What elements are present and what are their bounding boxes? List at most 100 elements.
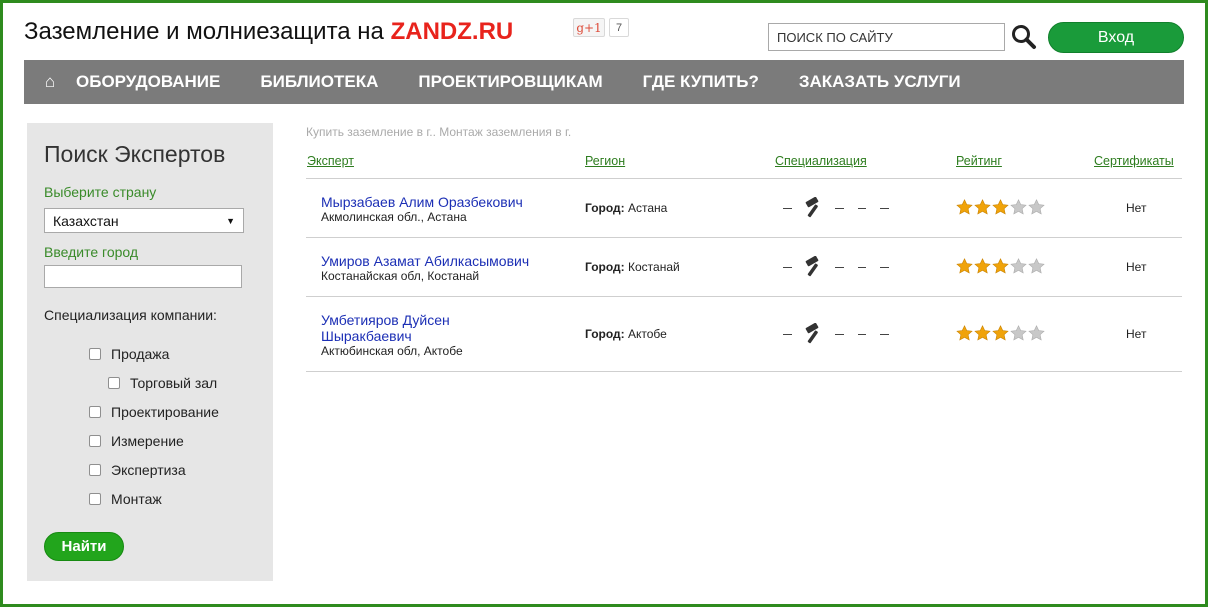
column-header-certificates[interactable]: Сертификаты: [1094, 154, 1174, 168]
checkbox-label: Торговый зал: [130, 375, 218, 391]
dash-mark: [834, 207, 844, 209]
city-cell: Город: Актобе: [585, 327, 667, 341]
star-filled-icon: [992, 325, 1009, 341]
nav-item-equipment[interactable]: ОБОРУДОВАНИЕ: [76, 72, 220, 92]
star-filled-icon: [956, 258, 973, 274]
dash-mark: [880, 333, 889, 335]
site-title-text: Заземление и молниезащита на: [24, 18, 391, 45]
expert-region: Костанайская обл, Костанай: [321, 269, 480, 283]
expert-name-link[interactable]: Умбетияров Дуйсен Шыракбаевич: [321, 312, 541, 344]
breadcrumb[interactable]: Купить заземление в г.. Монтаж заземлени…: [306, 125, 571, 139]
dash-mark: [857, 266, 867, 268]
table-row: Умиров Азамат Абилкасымович Костанайская…: [306, 238, 1182, 296]
dash-mark: [857, 207, 867, 209]
home-icon[interactable]: ⌂: [24, 60, 76, 104]
gplus-widget[interactable]: g+1 7: [573, 18, 629, 37]
checkbox-box[interactable]: [89, 464, 101, 476]
checkbox-expertise[interactable]: Экспертиза: [89, 462, 186, 478]
checkbox-installation[interactable]: Монтаж: [89, 491, 162, 507]
table-row: Мырзабаев Алим Оразбекович Акмолинская о…: [306, 179, 1182, 237]
specialization-label: Специализация компании:: [44, 307, 217, 323]
nav-item-library[interactable]: БИБЛИОТЕКА: [260, 72, 378, 92]
checkbox-label: Продажа: [111, 346, 170, 362]
dash-mark: [880, 266, 889, 268]
star-filled-icon: [956, 325, 973, 341]
find-button[interactable]: Найти: [44, 532, 124, 561]
search-icon[interactable]: [1011, 24, 1037, 50]
nav-item-designers[interactable]: ПРОЕКТИРОВЩИКАМ: [418, 72, 602, 92]
country-select-value: Казахстан: [53, 212, 119, 229]
checkbox-measurement[interactable]: Измерение: [89, 433, 184, 449]
rating-stars: [956, 199, 1046, 215]
login-button[interactable]: Вход: [1048, 22, 1184, 53]
divider: [306, 371, 1182, 372]
city-value: Астана: [628, 201, 668, 215]
specialization-cell: [783, 322, 903, 346]
expert-search-panel: Поиск Экспертов Выберите страну Казахста…: [27, 123, 273, 581]
star-filled-icon: [992, 258, 1009, 274]
nav-item-order-services[interactable]: ЗАКАЗАТЬ УСЛУГИ: [799, 72, 961, 92]
city-value: Актобе: [628, 327, 667, 341]
country-select[interactable]: Казахстан ▼: [44, 208, 244, 233]
gplus-count: 7: [609, 18, 629, 37]
hammer-icon: [803, 196, 823, 219]
nav-item-where-to-buy[interactable]: ГДЕ КУПИТЬ?: [643, 72, 759, 92]
specialization-cell: [783, 255, 903, 279]
site-brand: ZANDZ.RU: [390, 18, 514, 45]
expert-region: Актюбинская обл, Актобе: [321, 344, 463, 358]
main-nav: ⌂ ОБОРУДОВАНИЕ БИБЛИОТЕКА ПРОЕКТИРОВЩИКА…: [24, 60, 1184, 104]
city-label: Город:: [585, 260, 625, 274]
expert-region: Акмолинская обл., Астана: [321, 210, 467, 224]
checkbox-design[interactable]: Проектирование: [89, 404, 219, 420]
star-empty-icon: [1028, 199, 1045, 215]
expert-name-link[interactable]: Умиров Азамат Абилкасымович: [321, 253, 541, 269]
checkbox-box[interactable]: [89, 493, 101, 505]
star-empty-icon: [1010, 258, 1027, 274]
city-label: Город:: [585, 327, 625, 341]
gplus-button[interactable]: g+1: [573, 18, 605, 37]
expert-name-link[interactable]: Мырзабаев Алим Оразбекович: [321, 194, 541, 210]
checkbox-label: Монтаж: [111, 491, 162, 507]
star-filled-icon: [974, 325, 991, 341]
checkbox-box[interactable]: [108, 377, 120, 389]
dash-mark: [880, 207, 889, 209]
certificates-cell: Нет: [1126, 201, 1147, 215]
city-cell: Город: Астана: [585, 201, 667, 215]
site-title[interactable]: Заземление и молниезащита на ZANDZ.RU: [24, 18, 513, 46]
star-filled-icon: [974, 199, 991, 215]
table-row: Умбетияров Дуйсен Шыракбаевич Актюбинска…: [306, 297, 1182, 371]
column-header-region[interactable]: Регион: [585, 154, 625, 168]
dash-mark: [834, 266, 844, 268]
column-header-expert[interactable]: Эксперт: [307, 154, 354, 168]
hammer-icon: [803, 322, 823, 345]
city-cell: Город: Костанай: [585, 260, 680, 274]
dash-mark: [783, 333, 792, 335]
star-filled-icon: [956, 199, 973, 215]
specialization-cell: [783, 196, 903, 220]
search-input[interactable]: [768, 23, 1005, 51]
checkbox-sale[interactable]: Продажа: [89, 346, 169, 362]
column-header-specialization[interactable]: Специализация: [775, 154, 867, 168]
chevron-down-icon: ▼: [226, 215, 235, 226]
star-filled-icon: [992, 199, 1009, 215]
checkbox-label: Проектирование: [111, 404, 219, 420]
checkbox-box[interactable]: [89, 435, 101, 447]
column-header-rating[interactable]: Рейтинг: [956, 154, 1002, 168]
certificates-cell: Нет: [1126, 260, 1147, 274]
checkbox-label: Экспертиза: [111, 462, 186, 478]
checkbox-showroom[interactable]: Торговый зал: [108, 375, 217, 391]
checkbox-box[interactable]: [89, 406, 101, 418]
dash-mark: [783, 207, 792, 209]
dash-mark: [857, 333, 867, 335]
checkbox-box[interactable]: [89, 348, 101, 360]
star-filled-icon: [974, 258, 991, 274]
checkbox-label: Измерение: [111, 433, 184, 449]
star-empty-icon: [1028, 325, 1045, 341]
certificates-cell: Нет: [1126, 327, 1147, 341]
city-value: Костанай: [628, 260, 680, 274]
dash-mark: [834, 333, 844, 335]
city-input[interactable]: [44, 265, 242, 288]
rating-stars: [956, 325, 1046, 341]
hammer-icon: [803, 255, 823, 278]
star-empty-icon: [1010, 199, 1027, 215]
